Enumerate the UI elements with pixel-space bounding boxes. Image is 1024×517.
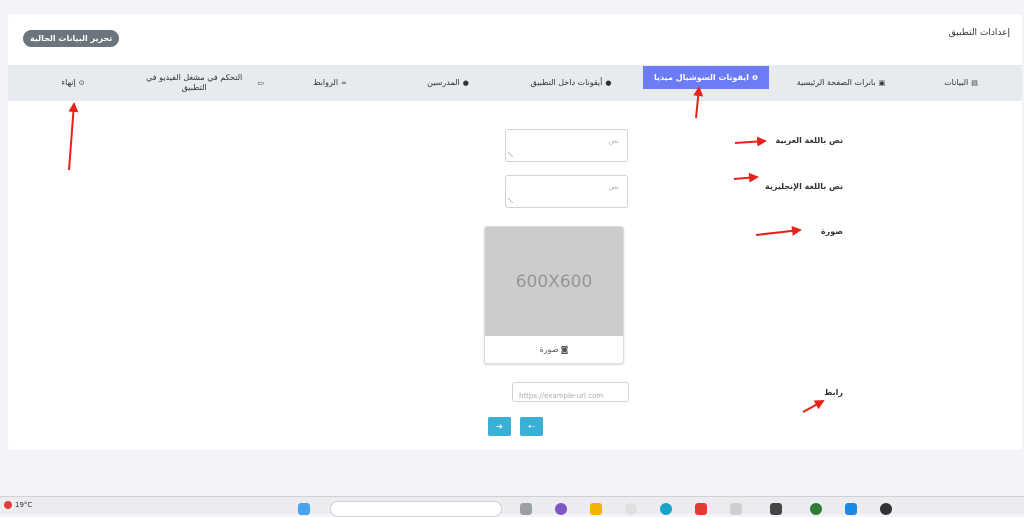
weather-temp: 19°C xyxy=(15,501,33,509)
previous-button[interactable]: ⇠ xyxy=(520,417,543,436)
arabic-text-input[interactable]: نص ⟍ xyxy=(505,129,628,162)
arabic-text-label: نص باللغة العربية xyxy=(775,136,844,145)
english-text-label: نص باللغة الإنجليزية xyxy=(765,182,843,191)
chrome-icon[interactable] xyxy=(810,503,822,515)
wizard-tabs: ▤ البيانات ▣ بانرات الصفحة الرئيسية ❶ اي… xyxy=(8,65,1022,101)
tab-in-app-icons[interactable]: ● أيقونات داخل التطبيق xyxy=(508,65,634,101)
resize-handle-icon[interactable]: ⟍ xyxy=(508,197,513,206)
placeholder: نص xyxy=(608,137,619,145)
app-icon[interactable] xyxy=(695,503,707,515)
teams-icon[interactable] xyxy=(555,503,567,515)
tab-home-banners[interactable]: ▣ بانرات الصفحة الرئيسية xyxy=(778,65,904,101)
image-caption[interactable]: ◙ صورة xyxy=(485,336,623,363)
arrow-right-icon: ➜ xyxy=(496,422,503,431)
start-icon[interactable] xyxy=(298,503,310,515)
tab-video-player-control[interactable]: ▭ التحكم في مشغل الفيديو في التطبيق xyxy=(134,65,264,101)
user-icon: ● xyxy=(462,79,469,87)
camera-icon: ◙ xyxy=(560,345,569,354)
english-text-input[interactable]: نص ⟍ xyxy=(505,175,628,208)
placeholder: نص xyxy=(608,183,619,191)
tab-label: المدرسين xyxy=(427,78,460,87)
check-circle-icon: ⊙ xyxy=(78,79,85,87)
page-title: إعدادات التطبيق xyxy=(948,28,1010,38)
tab-label: التحكم في مشغل الفيديو في التطبيق xyxy=(146,73,243,92)
weather-widget[interactable]: 19°C xyxy=(4,501,32,509)
link-icon: ∞ xyxy=(341,79,347,87)
resize-handle-icon[interactable]: ⟍ xyxy=(508,151,513,160)
image-upload-card[interactable]: 600X600 ◙ صورة xyxy=(484,226,624,364)
taskbar-search[interactable] xyxy=(330,501,502,517)
tab-label: إنهاء xyxy=(61,78,76,87)
image-caption-label: صورة xyxy=(539,345,559,354)
tab-social-media-icons[interactable]: ❶ ايقونات السوشيال ميديا xyxy=(643,66,769,89)
tab-teachers[interactable]: ● المدرسين xyxy=(398,65,498,101)
app-icon[interactable] xyxy=(730,503,742,515)
list-icon: ▤ xyxy=(971,79,978,87)
tab-label: أيقونات داخل التطبيق xyxy=(530,78,603,87)
image-placeholder: 600X600 xyxy=(485,227,623,336)
tab-label: البيانات xyxy=(944,78,969,87)
explorer-icon[interactable] xyxy=(590,503,602,515)
arrow-left-icon: ⇠ xyxy=(528,422,535,431)
edge-icon[interactable] xyxy=(660,503,672,515)
tab-label: بانرات الصفحة الرئيسية xyxy=(796,78,876,87)
tab-finish[interactable]: ⊙ إنهاء xyxy=(38,65,108,101)
link-field[interactable] xyxy=(512,382,640,405)
circle-icon: ● xyxy=(605,79,612,87)
os-taskbar: 19°C xyxy=(0,496,1024,517)
weather-icon xyxy=(4,501,12,509)
tab-label: الروابط xyxy=(313,78,339,87)
task-view-icon[interactable] xyxy=(520,503,532,515)
link-input[interactable] xyxy=(513,387,640,405)
app-icon[interactable] xyxy=(770,503,782,515)
tab-label: ايقونات السوشيال ميديا xyxy=(654,72,750,82)
image-icon: ▣ xyxy=(878,79,886,87)
image-label: صورة xyxy=(820,227,843,236)
tab-data[interactable]: ▤ البيانات xyxy=(906,65,1016,101)
link-label: رابط xyxy=(824,388,843,397)
app-icon[interactable] xyxy=(880,503,892,515)
edit-current-data-button[interactable]: تحرير البيانات الحالية xyxy=(23,30,120,47)
next-button[interactable]: ➜ xyxy=(488,417,511,436)
video-icon: ▭ xyxy=(257,79,264,87)
tab-links[interactable]: ∞ الروابط xyxy=(280,65,380,101)
app-icon[interactable] xyxy=(625,503,637,515)
info-icon: ❶ xyxy=(752,73,758,82)
app-icon[interactable] xyxy=(845,503,857,515)
